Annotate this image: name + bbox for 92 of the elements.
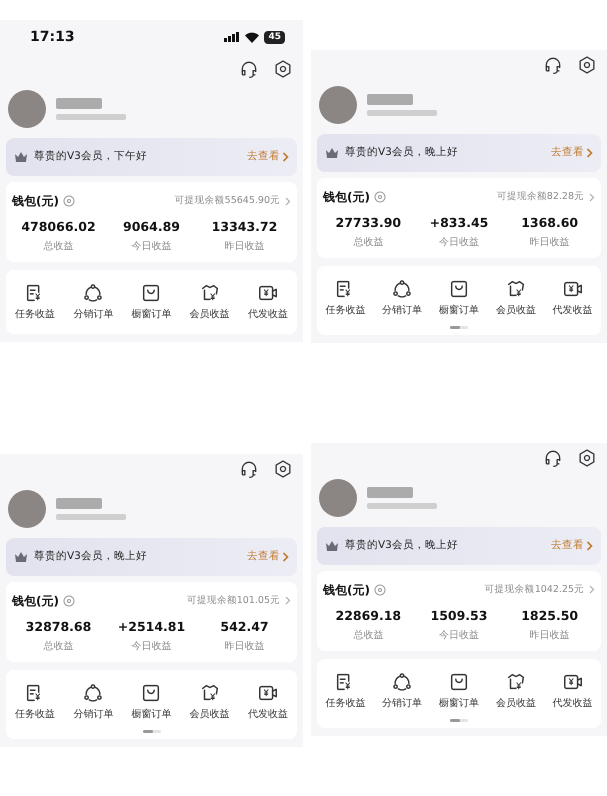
headset-icon[interactable] (239, 458, 259, 479)
stat-label: 昨日收益 (530, 236, 570, 250)
stat-label: 昨日收益 (530, 628, 570, 642)
withdrawable-balance-link[interactable]: 可提现余额101.05元 (186, 594, 291, 608)
signal-icon (224, 32, 240, 42)
wallet-title: 钱包(元) (323, 582, 370, 599)
stat-value: 542.47 (220, 618, 269, 636)
stat-label: 总收益 (353, 236, 384, 250)
avatar[interactable] (319, 478, 357, 517)
settings-icon[interactable] (577, 448, 597, 468)
withdrawable-balance-link[interactable]: 可提现余额82.28元 (496, 190, 595, 204)
blurred-subtitle (367, 110, 437, 116)
shortcut-item[interactable]: 分销订单 (64, 682, 122, 722)
stat-value: 32878.68 (26, 618, 92, 636)
shortcut-item[interactable]: 代发收益 (544, 670, 601, 710)
chevron-icon (285, 596, 291, 606)
withdrawable-balance-link[interactable]: 可提现余额1042.25元 (484, 582, 595, 597)
withdrawable-balance-link[interactable]: 可提现余额55645.90元 (174, 194, 291, 208)
stat-value: 478066.02 (21, 218, 96, 236)
blurred-name (56, 498, 102, 509)
settings-icon[interactable] (273, 59, 293, 79)
share-icon (82, 282, 104, 304)
headset-icon[interactable] (543, 448, 563, 468)
shortcut-item[interactable]: 分销订单 (374, 278, 431, 318)
shortcut-item[interactable]: 橱窗订单 (122, 282, 181, 322)
shortcut-item[interactable]: 会员收益 (487, 278, 544, 318)
stat-label: 昨日收益 (224, 240, 264, 254)
blurred-name (367, 94, 413, 105)
blurred-subtitle (367, 502, 437, 509)
blurred-name (367, 486, 413, 498)
stat-label: 总收益 (353, 628, 384, 642)
greeting-text: 尊贵的V3会员，下午好 (34, 149, 148, 164)
chevron-icon (589, 192, 595, 202)
stat-value: 13343.72 (212, 218, 278, 236)
shortcut-item[interactable]: 任务收益 (6, 282, 64, 322)
headset-icon[interactable] (543, 55, 563, 75)
stat-value: 27733.90 (336, 214, 402, 232)
settings-icon[interactable] (273, 458, 293, 479)
shortcut-item[interactable]: 任务收益 (317, 278, 374, 318)
shortcut-item[interactable]: 代发收益 (544, 278, 601, 318)
stat-value: 9064.89 (123, 218, 180, 236)
chevron-icon (282, 552, 289, 562)
blurred-name (56, 98, 102, 109)
wallet-title: 钱包(元) (12, 592, 59, 610)
stat-value: 1825.50 (521, 606, 578, 625)
avatar[interactable] (8, 90, 46, 128)
stat-value: +833.45 (430, 214, 488, 232)
shortcut-item[interactable]: 分销订单 (64, 282, 122, 322)
greeting-text: 尊贵的V3会员，晚上好 (345, 538, 459, 553)
shortcut-item[interactable]: 橱窗订单 (430, 670, 488, 710)
wallet-title: 钱包(元) (12, 193, 59, 210)
shortcut-item[interactable]: 分销订单 (374, 670, 431, 710)
wifi-icon (245, 32, 260, 42)
shortcut-item[interactable]: 会员收益 (487, 670, 544, 710)
headset-icon[interactable] (239, 59, 259, 79)
shortcut-item[interactable]: 会员收益 (180, 282, 239, 322)
shortcut-item[interactable]: 橱窗订单 (122, 682, 181, 722)
stat-value: 22869.18 (336, 606, 402, 625)
chevron-icon (282, 152, 289, 162)
chevron-icon (285, 196, 291, 206)
shortcut-item[interactable]: 任务收益 (317, 670, 374, 710)
share-icon (391, 278, 414, 300)
greeting-text: 尊贵的V3会员，晚上好 (34, 548, 148, 564)
blurred-subtitle (56, 114, 126, 120)
battery-indicator: 45 (264, 30, 285, 44)
status-time: 17:13 (30, 28, 75, 46)
shortcut-item[interactable]: 代发收益 (238, 282, 297, 322)
shortcut-item[interactable]: 会员收益 (180, 682, 239, 722)
avatar[interactable] (319, 86, 357, 124)
chevron-icon (589, 585, 595, 594)
avatar[interactable] (8, 490, 46, 528)
greeting-text: 尊贵的V3会员，晚上好 (345, 145, 459, 160)
shortcut-item[interactable]: 橱窗订单 (430, 278, 488, 318)
stat-value: 1368.60 (521, 214, 578, 232)
shortcut-item[interactable]: 任务收益 (6, 682, 64, 722)
share-icon (391, 670, 414, 692)
share-icon (82, 682, 104, 704)
settings-icon[interactable] (577, 55, 597, 75)
blurred-subtitle (56, 514, 126, 520)
stat-label: 总收益 (44, 240, 74, 254)
chevron-icon (586, 148, 593, 158)
chevron-icon (586, 540, 593, 551)
stat-value: +2514.81 (118, 618, 186, 636)
stat-label: 今日收益 (132, 640, 172, 654)
stat-label: 今日收益 (438, 628, 479, 642)
stat-label: 今日收益 (438, 236, 479, 250)
stat-label: 今日收益 (132, 240, 172, 254)
stat-label: 总收益 (44, 640, 74, 654)
wallet-title: 钱包(元) (323, 189, 370, 206)
stat-value: 1509.53 (430, 606, 488, 625)
stat-label: 昨日收益 (224, 640, 264, 654)
shortcut-item[interactable]: 代发收益 (238, 682, 297, 722)
